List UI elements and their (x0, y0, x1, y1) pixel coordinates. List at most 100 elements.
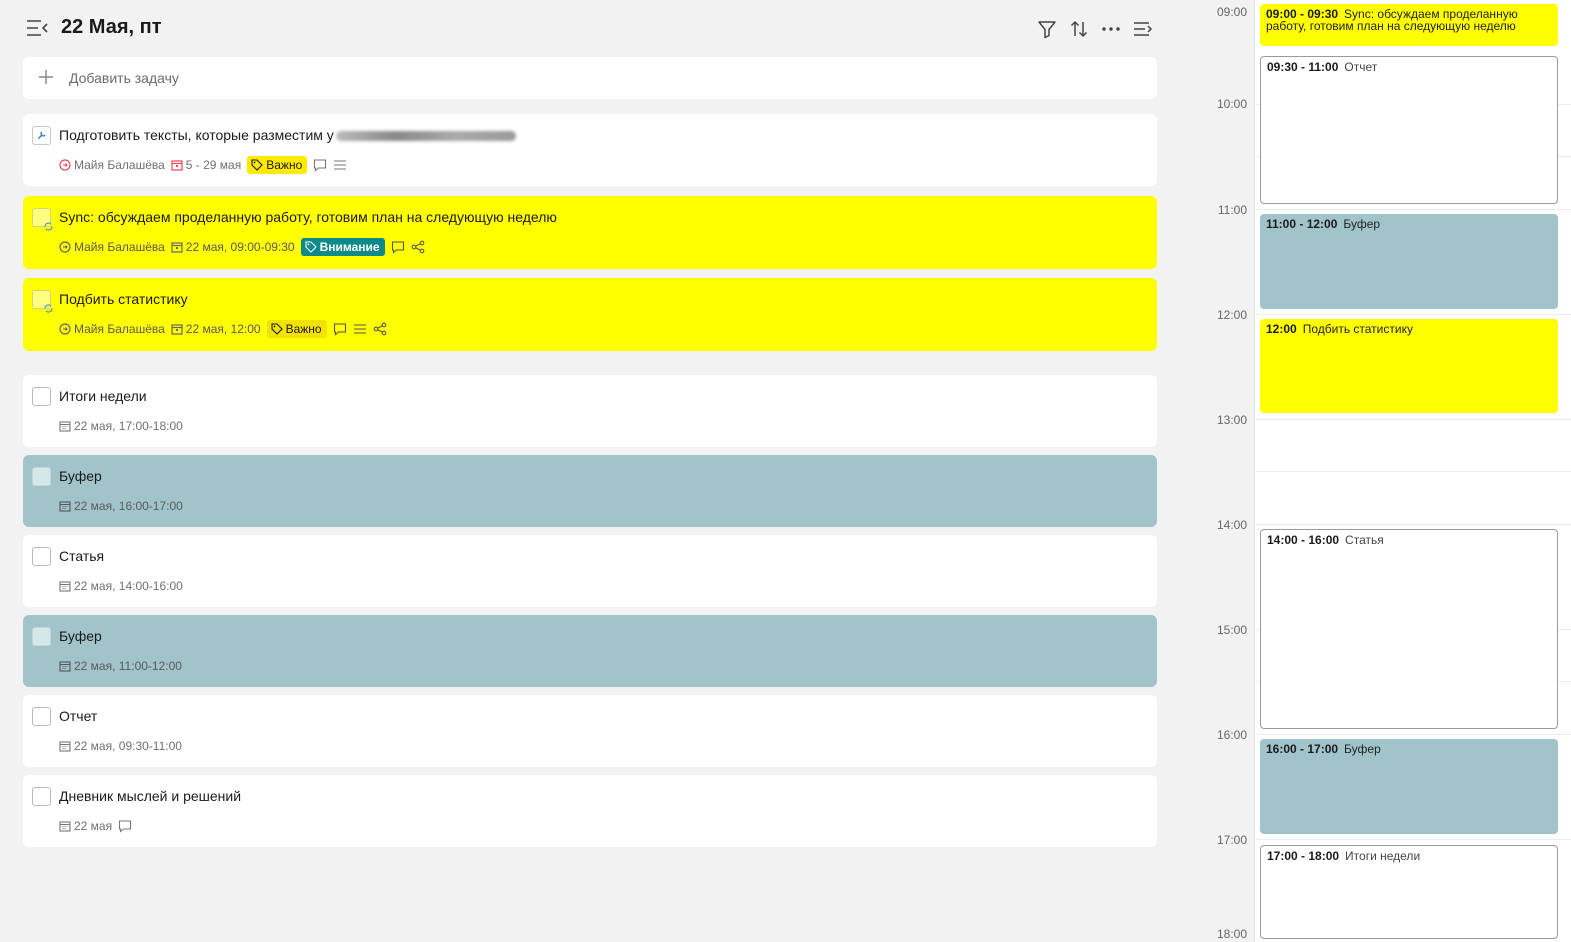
hour-label: 17:00 (1216, 833, 1247, 847)
task-meta: Майя Балашёва 5 - 29 мая Важно (59, 156, 347, 174)
task-date: 22 мая, 14:00-16:00 (74, 579, 183, 593)
calendar-event[interactable]: 17:00 - 18:00 Итоги недели (1260, 845, 1558, 939)
calendar-icon (59, 421, 71, 432)
task-item[interactable]: Буфер 22 мая, 11:00-12:00 (23, 615, 1157, 687)
hour-gridline (1256, 209, 1571, 210)
event-name: Подбить статистику (1302, 322, 1413, 336)
calendar-icon (59, 821, 71, 832)
task-meta: Майя Балашёва 22 мая, 12:00 Важно (59, 320, 387, 338)
more-icon[interactable] (1100, 18, 1122, 40)
assignee-icon (59, 159, 71, 171)
task-checkbox[interactable] (32, 707, 51, 726)
comment-icon[interactable] (333, 322, 347, 336)
event-time: 09:30 - 11:00 (1267, 60, 1339, 74)
day-header: 22 Мая, пт (22, 10, 1162, 46)
task-item[interactable]: Дневник мыслей и решений 22 мая (23, 775, 1157, 847)
event-name: Отчет (1344, 60, 1378, 74)
task-item[interactable]: Подготовить тексты, которые разместим у … (23, 114, 1157, 186)
assignee-icon (59, 241, 71, 253)
task-title: Буфер (59, 468, 102, 484)
task-item[interactable]: Итоги недели 22 мая, 17:00-18:00 (23, 375, 1157, 447)
hour-label: 14:00 (1216, 518, 1247, 532)
collapse-panel-icon[interactable] (1132, 18, 1154, 40)
tag-badge[interactable]: Внимание (300, 238, 385, 256)
task-meta: 22 мая, 09:30-11:00 (59, 737, 182, 755)
calendar-event[interactable]: 09:00 - 09:30 Sync: обсуждаем проделанную… (1260, 4, 1558, 46)
wrench-icon (37, 131, 46, 140)
task-item[interactable]: Отчет 22 мая, 09:30-11:00 (23, 695, 1157, 767)
calendar-event[interactable]: 16:00 - 17:00 Буфер (1260, 739, 1558, 834)
tag-badge[interactable]: Важно (247, 156, 308, 174)
sort-icon[interactable] (1068, 18, 1090, 40)
event-time: 16:00 - 17:00 (1266, 742, 1339, 756)
task-title: Отчет (59, 708, 98, 724)
hour-gridline (1256, 839, 1571, 840)
task-date: 22 мая, 17:00-18:00 (74, 419, 183, 433)
tag-icon (305, 241, 317, 253)
hour-label: 09:00 (1216, 5, 1247, 19)
task-item[interactable]: Буфер 22 мая, 16:00-17:00 (23, 455, 1157, 527)
hour-label: 12:00 (1216, 308, 1247, 322)
task-checkbox[interactable] (32, 387, 51, 406)
task-checkbox[interactable] (32, 787, 51, 806)
task-meta: 22 мая, 14:00-16:00 (59, 577, 183, 595)
task-checkbox[interactable] (32, 467, 51, 486)
event-time: 14:00 - 16:00 (1267, 533, 1340, 547)
task-item[interactable]: Sync: обсуждаем проделанную работу, гото… (23, 196, 1157, 269)
calendar-event[interactable]: 09:30 - 11:00 Отчет (1260, 56, 1558, 204)
share-icon[interactable] (373, 322, 387, 336)
hour-label: 11:00 (1217, 203, 1247, 217)
redacted-text (335, 131, 516, 142)
tag-icon (271, 323, 283, 335)
description-icon[interactable] (353, 322, 367, 336)
calendar-icon (59, 501, 71, 512)
assignee-icon (59, 323, 71, 335)
comment-icon[interactable] (391, 240, 405, 254)
tag-label: Важно (266, 158, 303, 172)
recurring-icon (44, 304, 53, 313)
task-title: Подбить статистику (59, 291, 188, 307)
sidebar-toggle-icon[interactable] (26, 18, 48, 38)
filter-icon[interactable] (1036, 18, 1058, 40)
calendar-event[interactable]: 11:00 - 12:00 Буфер (1260, 214, 1558, 309)
task-date: 22 мая (74, 819, 113, 833)
task-date: 5 - 29 мая (185, 158, 242, 172)
task-meta: 22 мая, 16:00-17:00 (59, 497, 183, 515)
task-date: 22 мая, 09:00-09:30 (185, 240, 295, 254)
hour-gridline (1256, 314, 1571, 315)
comment-icon[interactable] (118, 819, 132, 833)
half-hour-gridline (1256, 471, 1571, 472)
task-checkbox[interactable] (32, 627, 51, 646)
event-name: Итоги недели (1345, 849, 1421, 863)
calendar-event[interactable]: 14:00 - 16:00 Статья (1260, 529, 1558, 729)
task-date: 22 мая, 16:00-17:00 (74, 499, 183, 513)
plus-icon (39, 70, 53, 84)
calendar-event[interactable]: 12:00 Подбить статистику (1260, 319, 1558, 413)
task-date: 22 мая, 12:00 (185, 322, 261, 336)
event-name: Буфер (1343, 217, 1381, 231)
hour-label: 13:00 (1216, 413, 1247, 427)
task-title: Дневник мыслей и решений (59, 788, 242, 804)
task-meta: 22 мая, 17:00-18:00 (59, 417, 183, 435)
time-gutter (1181, 0, 1255, 942)
task-item[interactable]: Подбить статистику Майя Балашёва 22 мая,… (23, 278, 1157, 351)
hour-label: 10:00 (1216, 97, 1247, 111)
task-meta: Майя Балашёва 22 мая, 09:00-09:30 Вниман… (59, 238, 425, 256)
task-title: Статья (59, 548, 105, 564)
day-calendar: 09:00 10:00 11:00 12:00 13:00 14:00 15:0… (1181, 0, 1571, 942)
event-name: Буфер (1344, 742, 1381, 756)
task-checkbox[interactable] (32, 547, 51, 566)
task-title: Sync: обсуждаем проделанную работу, гото… (59, 209, 557, 225)
comment-icon[interactable] (313, 158, 327, 172)
add-task-bar[interactable]: Добавить задачу (23, 57, 1157, 99)
task-item[interactable]: Статья 22 мая, 14:00-16:00 (23, 535, 1157, 607)
tag-badge[interactable]: Важно (266, 320, 327, 338)
description-icon[interactable] (333, 158, 347, 172)
task-meta: 22 мая (59, 817, 132, 835)
calendar-icon (59, 581, 71, 592)
task-type-icon[interactable] (32, 126, 51, 145)
hour-label: 16:00 (1216, 728, 1247, 742)
task-assignee: Майя Балашёва (74, 240, 165, 254)
calendar-icon (171, 242, 183, 253)
share-icon[interactable] (411, 240, 425, 254)
